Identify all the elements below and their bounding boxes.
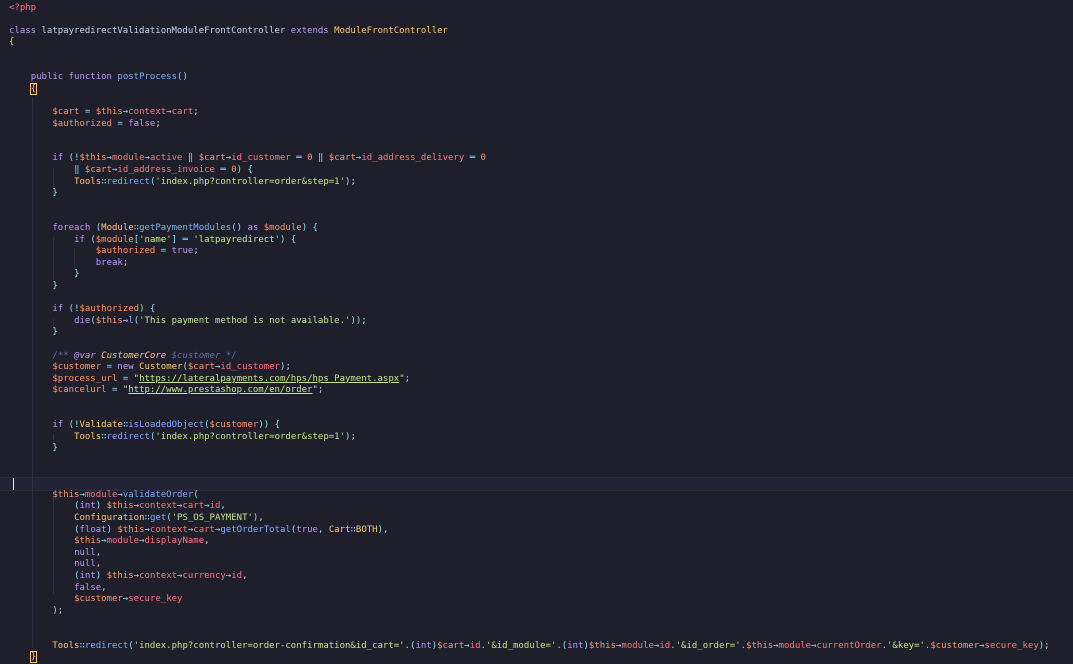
code-line[interactable]: if (!$this→module→active ‖ $cart→id_cust… [9,153,486,165]
code-line[interactable]: Tools∷redirect('index.php?controller=ord… [9,432,356,444]
code-line[interactable]: foreach (Module∷getPaymentModules() as $… [9,223,318,235]
code-line[interactable]: $customer→secure_key [9,594,182,606]
code-line[interactable]: (float) $this→context→cart→getOrderTotal… [9,525,388,537]
code-line[interactable]: } [9,281,57,293]
code-line[interactable]: <?php [9,3,36,15]
code-line[interactable]: $this→module→validateOrder( [9,490,198,502]
code-line[interactable]: null, [9,559,101,571]
code-line[interactable]: false, [9,583,107,595]
code-line[interactable]: { [9,37,14,49]
code-line[interactable]: } [9,327,57,339]
code-line[interactable]: Tools∷redirect('index.php?controller=ord… [9,641,1049,653]
code-line[interactable]: } [9,188,57,200]
code-line[interactable]: public function postProcess() [9,72,188,84]
code-line[interactable]: (int) $this→context→currency→id, [9,571,247,583]
code-line[interactable]: die($this→l('This payment method is not … [9,316,367,328]
code-line[interactable]: $authorized = true; [9,246,199,258]
code-line[interactable]: } [9,443,57,455]
code-line[interactable]: Configuration∷get('PS_OS_PAYMENT'), [9,513,264,525]
code-line[interactable]: } [9,269,79,281]
code-line[interactable]: if (!$authorized) { [9,304,155,316]
code-editor[interactable]: <?php class latpayredirectValidationModul… [0,0,1073,664]
code-line[interactable]: ); [9,606,63,618]
code-line[interactable]: null, [9,548,101,560]
code-line[interactable]: { [9,82,38,96]
code-line[interactable]: /** @var CustomerCore $customer */ [9,351,236,363]
code-line[interactable]: } [9,651,38,664]
code-line[interactable]: $process_url = "https://lateralpayments.… [9,374,410,386]
code-line[interactable]: $cart = $this→context→cart; [9,107,198,119]
code-line[interactable]: $cancelurl = "http://www.prestashop.com/… [9,385,323,397]
code-line[interactable]: break; [9,258,129,270]
code-line[interactable]: $customer = new Customer($cart→id_custom… [9,362,290,374]
code-line[interactable]: class latpayredirectValidationModuleFron… [9,26,448,38]
current-line-highlight [0,477,1073,491]
text-cursor [13,478,14,491]
code-line[interactable]: $authorized = false; [9,119,160,131]
code-line[interactable]: Tools∷redirect('index.php?controller=ord… [9,177,356,189]
code-line[interactable]: ‖ $cart→id_address_invoice ═ 0) { [9,165,253,177]
code-line[interactable]: if (!Validate∷isLoadedObject($customer))… [9,420,280,432]
code-line[interactable]: if ($module['name'] ═ 'latpayredirect') … [9,235,296,247]
code-line[interactable]: (int) $this→context→cart→id, [9,501,226,513]
code-line[interactable]: $this→module→displayName, [9,536,209,548]
